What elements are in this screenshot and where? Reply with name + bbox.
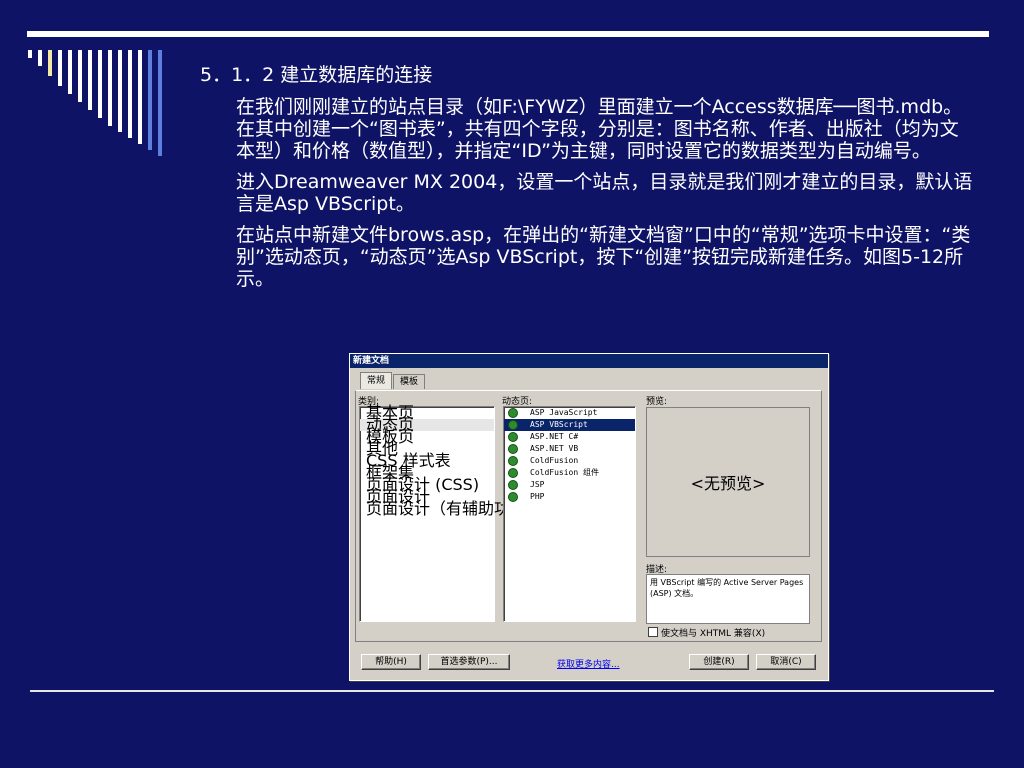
dynamic-item[interactable]: ColdFusion 组件 xyxy=(504,467,635,479)
dynamic-page-list[interactable]: ASP JavaScript ASP VBScript ASP.NET C# A… xyxy=(503,406,636,622)
section-heading: 5．1．2 建立数据库的连接 xyxy=(200,64,433,86)
page-icon xyxy=(508,432,518,442)
preferences-button[interactable]: 首选参数(P)... xyxy=(428,654,510,670)
decor-bar xyxy=(138,50,142,144)
dialog-title: 新建文档 xyxy=(350,354,828,368)
page-icon xyxy=(508,480,518,490)
help-button[interactable]: 帮助(H) xyxy=(361,654,421,670)
page-icon xyxy=(508,408,518,418)
no-preview-text: <无预览> xyxy=(690,474,766,493)
page-icon xyxy=(508,444,518,454)
tab-template[interactable]: 模板 xyxy=(393,374,426,389)
decor-bar xyxy=(78,50,82,102)
dynamic-item-label: ASP VBScript xyxy=(530,420,588,429)
dynamic-item[interactable]: ASP.NET VB xyxy=(504,443,635,455)
decor-bar xyxy=(58,50,62,86)
dynamic-item-label: ASP.NET VB xyxy=(530,444,579,453)
dynamic-item[interactable]: PHP xyxy=(504,491,635,503)
dynamic-item-label: ColdFusion xyxy=(530,456,579,465)
decor-bar xyxy=(48,50,52,76)
dynamic-item-selected[interactable]: ASP VBScript xyxy=(504,419,635,431)
decor-bar xyxy=(98,50,102,118)
slide-body: 5．1．2 建立数据库的连接 在我们刚刚建立的站点目录（如F:\FYWZ）里面建… xyxy=(196,64,976,299)
dynamic-item[interactable]: ColdFusion xyxy=(504,455,635,467)
dynamic-item[interactable]: ASP.NET C# xyxy=(504,431,635,443)
preview-box: <无预览> xyxy=(646,407,810,557)
page-icon xyxy=(508,492,518,502)
decor-bar xyxy=(108,50,112,126)
get-more-content-link[interactable]: 获取更多内容... xyxy=(557,657,620,670)
top-decor-line xyxy=(26,30,990,38)
tab-general[interactable]: 常规 xyxy=(360,372,393,389)
dynamic-item[interactable]: JSP xyxy=(504,479,635,491)
category-list[interactable]: 基本页 动态页 模板页 其他 CSS 样式表 框架集 页面设计 (CSS) 页面… xyxy=(359,405,558,622)
decor-bar xyxy=(148,50,152,150)
dynamic-item-label: ASP JavaScript xyxy=(530,408,598,417)
dynamic-item-label: ASP.NET C# xyxy=(530,432,579,441)
decor-bar xyxy=(28,50,32,58)
description-box: 用 VBScript 编写的 Active Server Pages (ASP)… xyxy=(646,574,810,624)
decor-bar xyxy=(38,50,42,66)
decor-bar xyxy=(118,50,122,132)
xhtml-checkbox-label: 使文档与 XHTML 兼容(X) xyxy=(661,629,766,639)
bottom-divider xyxy=(30,690,994,692)
page-icon xyxy=(508,420,518,430)
paragraph: 在我们刚刚建立的站点目录（如F:\FYWZ）里面建立一个Access数据库──图… xyxy=(236,96,963,162)
dynamic-item-label: ColdFusion 组件 xyxy=(530,468,599,477)
page-icon xyxy=(508,468,518,478)
paragraph: 进入Dreamweaver MX 2004，设置一个站点，目录就是我们刚才建立的… xyxy=(236,171,973,215)
dialog-tabs: 常规 模板 xyxy=(360,372,426,390)
dynamic-item-label: PHP xyxy=(530,492,545,501)
xhtml-checkbox[interactable] xyxy=(648,627,658,637)
category-item[interactable]: 页面设计（有辅助功能的） xyxy=(360,501,558,517)
dynamic-item-label: JSP xyxy=(530,480,545,489)
paragraph: 在站点中新建文件brows.asp，在弹出的“新建文档窗”口中的“常规”选项卡中… xyxy=(236,224,971,290)
decor-bar xyxy=(88,50,92,110)
cancel-button[interactable]: 取消(C) xyxy=(756,654,816,670)
dynamic-item[interactable]: ASP JavaScript xyxy=(504,407,635,419)
page-icon xyxy=(508,456,518,466)
create-button[interactable]: 创建(R) xyxy=(689,654,749,670)
preview-label: 预览: xyxy=(646,397,668,407)
decor-bar xyxy=(128,50,132,138)
decor-bar xyxy=(158,50,162,156)
decor-bar xyxy=(68,50,72,94)
